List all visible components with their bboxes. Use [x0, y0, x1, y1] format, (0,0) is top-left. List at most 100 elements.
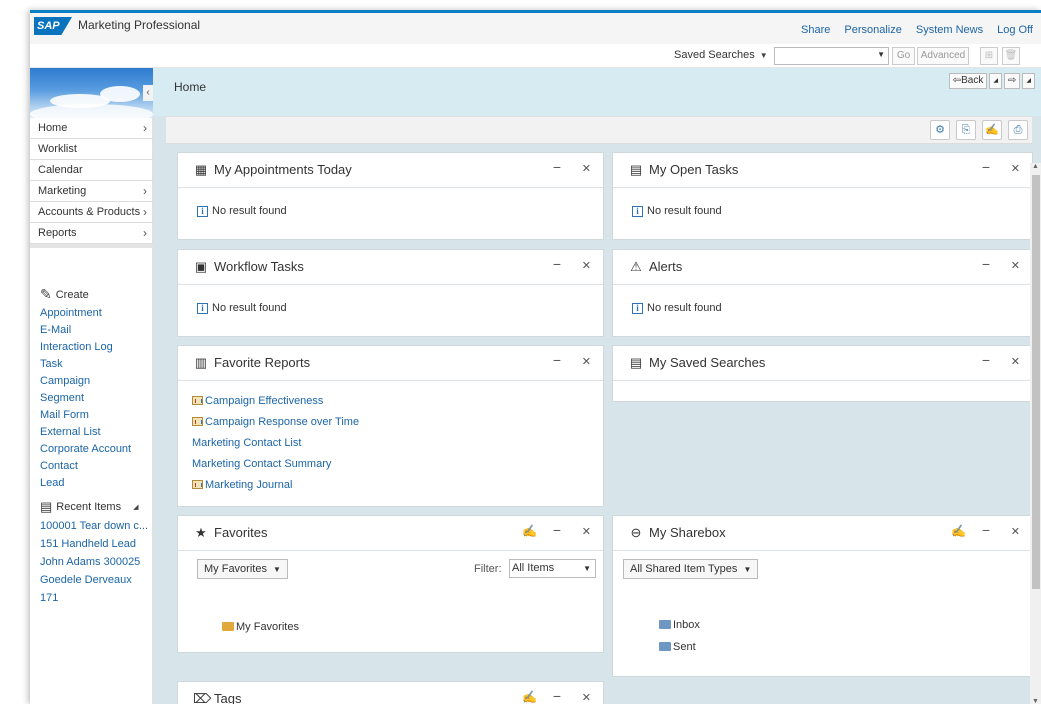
create-segment-link[interactable]: Segment [40, 390, 131, 407]
edit-user-icon[interactable]: ✍ [522, 690, 537, 704]
report-link[interactable]: Campaign Response over Time [192, 411, 603, 432]
share-link[interactable]: Share [801, 24, 830, 36]
minimize-icon[interactable]: − [553, 352, 561, 368]
close-icon[interactable]: ✕ [582, 355, 591, 368]
sidebar-item-accounts-products[interactable]: Accounts & Products › [30, 202, 153, 223]
alerts-panel: ⚠ Alerts − ✕ i No result found [612, 249, 1033, 337]
recent-items-icon: ▤ [40, 499, 53, 514]
minimize-icon[interactable]: − [982, 256, 990, 272]
sidebar-item-label: Marketing [38, 185, 87, 197]
edit-user-icon[interactable]: ✍ [951, 524, 966, 538]
recent-item[interactable]: Goedele Derveaux [40, 571, 148, 589]
report-link[interactable]: Marketing Journal [192, 474, 603, 495]
saved-searches-dropdown[interactable]: Saved Searches ▼ [674, 49, 768, 61]
no-result-message: i No result found [197, 205, 287, 217]
collapse-triangle-icon[interactable]: ◢ [133, 503, 138, 511]
filter-select[interactable]: All Items ▼ [509, 559, 596, 578]
forward-button[interactable]: ⇨ [1003, 73, 1021, 89]
system-news-link[interactable]: System News [916, 24, 983, 36]
sidebar-item-reports[interactable]: Reports › [30, 223, 153, 244]
log-off-link[interactable]: Log Off [997, 24, 1033, 36]
folder-label: Sent [673, 641, 696, 653]
inbox-folder[interactable]: Inbox [659, 619, 700, 631]
tag-icon: ⌦ [193, 691, 212, 704]
print-icon[interactable]: ⎙ [1008, 120, 1028, 140]
close-icon[interactable]: ✕ [582, 691, 591, 704]
panel-title: My Saved Searches [649, 355, 766, 370]
sent-folder[interactable]: Sent [659, 641, 696, 653]
scroll-up-icon[interactable]: ▲ [1032, 163, 1039, 170]
tags-panel: ⌦ Tags ✍ − ✕ [177, 681, 604, 704]
create-interaction-log-link[interactable]: Interaction Log [40, 339, 131, 356]
create-email-link[interactable]: E-Mail [40, 322, 131, 339]
open-tasks-panel: ▤ My Open Tasks − ✕ i No result found [612, 152, 1033, 240]
search-select[interactable]: ▼ [774, 47, 889, 65]
create-corporate-account-link[interactable]: Corporate Account [40, 441, 131, 458]
sharebox-panel: ⊖ My Sharebox ✍ − ✕ All Shared Item Type… [612, 515, 1033, 677]
my-favorites-dropdown[interactable]: My Favorites ▼ [197, 559, 288, 579]
recent-item[interactable]: 100001 Tear down c... [40, 517, 148, 535]
back-history-dropdown[interactable]: ◢ [989, 73, 1002, 89]
scrollbar-thumb[interactable] [1032, 175, 1040, 589]
personalize-link[interactable]: Personalize [844, 24, 901, 36]
minimize-icon[interactable]: − [982, 352, 990, 368]
close-icon[interactable]: ✕ [582, 525, 591, 538]
new-window-icon[interactable]: ⊞ [980, 47, 998, 65]
trash-icon[interactable]: 🗑 [1002, 47, 1020, 65]
cloud-shape [100, 86, 140, 102]
minimize-icon[interactable]: − [553, 256, 561, 272]
page-header: Home ⇦Back ◢ ⇨ ◢ [153, 68, 1041, 116]
settings-gear-icon[interactable]: ⚙ [930, 120, 950, 140]
app-window: SAP Marketing Professional Share Persona… [30, 10, 1041, 704]
collapse-sidebar-icon[interactable]: ‹ [143, 85, 153, 101]
favorites-panel: ★ Favorites ✍ − ✕ My Favorites ▼ Filter:… [177, 515, 604, 653]
filter-label: Filter: [474, 563, 502, 575]
report-link[interactable]: Marketing Contact List [192, 432, 603, 453]
panel-header: ⌦ Tags ✍ − ✕ [178, 682, 603, 704]
favorites-folder[interactable]: My Favorites [222, 621, 299, 633]
minimize-icon[interactable]: − [553, 522, 561, 538]
close-icon[interactable]: ✕ [1011, 259, 1020, 272]
create-contact-link[interactable]: Contact [40, 458, 131, 475]
vertical-scrollbar[interactable]: ▲ ▼ [1030, 163, 1041, 704]
shared-item-types-dropdown[interactable]: All Shared Item Types ▼ [623, 559, 759, 579]
go-button[interactable]: Go [892, 47, 915, 65]
close-icon[interactable]: ✕ [1011, 355, 1020, 368]
create-campaign-link[interactable]: Campaign [40, 373, 131, 390]
report-link[interactable]: Campaign Effectiveness [192, 390, 603, 411]
sidebar-item-home[interactable]: Home › [30, 118, 153, 139]
minimize-icon[interactable]: − [553, 688, 561, 704]
create-lead-link[interactable]: Lead [40, 475, 131, 492]
sidebar-item-calendar[interactable]: Calendar [30, 160, 153, 181]
folder-icon [659, 642, 671, 651]
report-chart-icon [192, 396, 203, 405]
back-button[interactable]: ⇦Back [948, 73, 988, 89]
sidebar-item-marketing[interactable]: Marketing › [30, 181, 153, 202]
close-icon[interactable]: ✕ [1011, 525, 1020, 538]
forward-history-dropdown[interactable]: ◢ [1022, 73, 1035, 89]
report-label: Marketing Journal [205, 478, 293, 491]
advanced-button[interactable]: Advanced [917, 47, 969, 65]
minimize-icon[interactable]: − [982, 522, 990, 538]
panel-body: My Favorites ▼ Filter: All Items ▼ My Fav… [178, 551, 603, 651]
recent-item[interactable]: John Adams 300025 [40, 553, 148, 571]
create-appointment-link[interactable]: Appointment [40, 305, 131, 322]
personalize-page-icon[interactable]: ⎘ [956, 120, 976, 140]
create-task-link[interactable]: Task [40, 356, 131, 373]
panel-header: ▤ My Saved Searches − ✕ [613, 346, 1032, 381]
recent-item[interactable]: 151 Handheld Lead [40, 535, 148, 553]
close-icon[interactable]: ✕ [582, 162, 591, 175]
recent-item[interactable]: 171 [40, 589, 148, 607]
alert-icon: ⚠ [630, 259, 642, 274]
close-icon[interactable]: ✕ [1011, 162, 1020, 175]
edit-user-icon[interactable]: ✍ [982, 120, 1002, 140]
report-link[interactable]: Marketing Contact Summary [192, 453, 603, 474]
close-icon[interactable]: ✕ [582, 259, 591, 272]
minimize-icon[interactable]: − [982, 159, 990, 175]
create-external-list-link[interactable]: External List [40, 424, 131, 441]
scroll-down-icon[interactable]: ▼ [1032, 698, 1039, 704]
minimize-icon[interactable]: − [553, 159, 561, 175]
sidebar-item-worklist[interactable]: Worklist [30, 139, 153, 160]
create-mail-form-link[interactable]: Mail Form [40, 407, 131, 424]
edit-user-icon[interactable]: ✍ [522, 524, 537, 538]
